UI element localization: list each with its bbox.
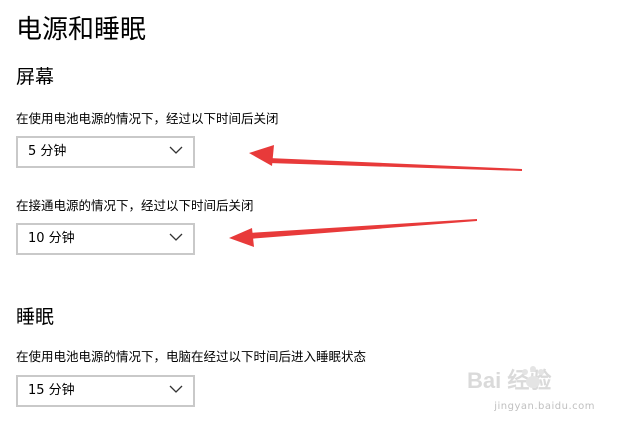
- sleep-battery-label: 在使用电池电源的情况下，电脑在经过以下时间后进入睡眠状态: [16, 349, 367, 364]
- sleep-battery-dropdown[interactable]: 15 分钟: [16, 375, 195, 407]
- chevron-down-icon: [169, 233, 183, 241]
- sleep-section-title: 睡眠: [16, 306, 55, 328]
- watermark-url: jingyan.baidu.com: [494, 401, 595, 412]
- screen-plugged-label: 在接通电源的情况下，经过以下时间后关闭: [16, 198, 254, 213]
- screen-battery-dropdown[interactable]: 5 分钟: [16, 136, 195, 168]
- sleep-battery-value: 15 分钟: [28, 383, 75, 398]
- chevron-down-icon: [169, 385, 183, 393]
- annotation-arrow: [249, 145, 522, 171]
- screen-section-title: 屏幕: [16, 66, 55, 88]
- screen-plugged-dropdown[interactable]: 10 分钟: [16, 223, 195, 255]
- screen-battery-value: 5 分钟: [28, 144, 67, 159]
- page-title: 电源和睡眠: [16, 15, 147, 45]
- screen-battery-label: 在使用电池电源的情况下，经过以下时间后关闭: [16, 111, 279, 126]
- screen-plugged-value: 10 分钟: [28, 231, 75, 246]
- annotation-arrow: [229, 219, 477, 247]
- chevron-down-icon: [169, 146, 183, 154]
